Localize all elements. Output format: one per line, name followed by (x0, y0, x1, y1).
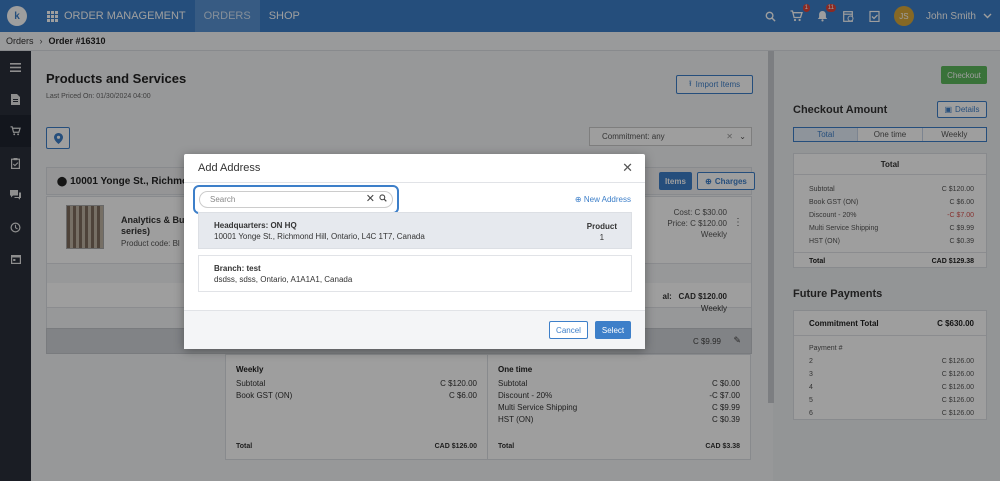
new-address-label: New Address (583, 195, 631, 204)
address-item[interactable]: Branch: test dsdss, sdss, Ontario, A1A1A… (198, 255, 632, 292)
cancel-button[interactable]: Cancel (549, 321, 588, 339)
address-name: Headquarters: ON HQ (214, 221, 297, 230)
plus-circle-icon: ⊕ (574, 195, 582, 204)
modal-title: Add Address (198, 162, 261, 174)
clear-search-icon[interactable]: ✕ (366, 193, 375, 206)
address-item[interactable]: Headquarters: ON HQ 10001 Yonge St., Ric… (198, 212, 632, 249)
product-label: Product (586, 222, 617, 231)
new-address-link[interactable]: ⊕ New Address (575, 195, 631, 204)
close-icon[interactable]: ✕ (622, 160, 633, 176)
add-address-modal: Add Address ✕ ✕ ⊕ New Address Headquarte… (184, 154, 645, 349)
address-text: 10001 Yonge St., Richmond Hill, Ontario,… (214, 232, 425, 241)
address-text: dsdss, sdss, Ontario, A1A1A1, Canada (214, 275, 353, 284)
search-input[interactable] (210, 193, 360, 206)
address-list: Headquarters: ON HQ 10001 Yonge St., Ric… (198, 212, 632, 298)
product-count: 1 (599, 233, 605, 242)
address-name: Branch: test (214, 264, 261, 273)
search-box: ✕ (199, 191, 393, 208)
search-icon[interactable] (379, 194, 387, 204)
address-product-count: Product 1 (587, 221, 617, 243)
search-focus-ring: ✕ (193, 185, 399, 214)
modal-header: Add Address ✕ (184, 154, 645, 183)
modal-footer: Cancel Select (184, 310, 645, 349)
select-button[interactable]: Select (595, 321, 631, 339)
